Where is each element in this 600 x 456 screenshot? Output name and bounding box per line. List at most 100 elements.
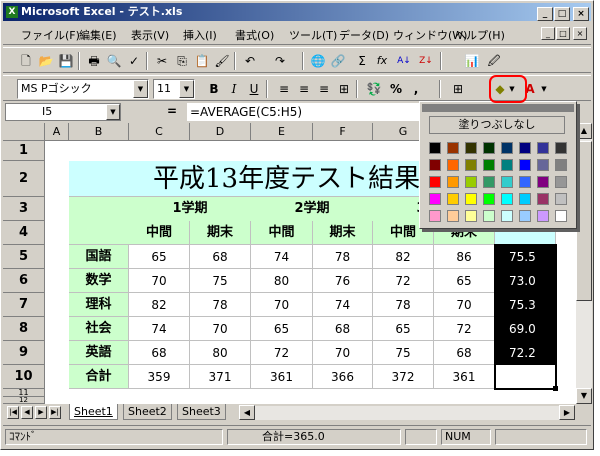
average-cell[interactable] xyxy=(495,365,556,389)
palette-drag-handle[interactable] xyxy=(422,104,574,112)
chevron-down-icon[interactable]: ▼ xyxy=(106,104,120,120)
color-swatch[interactable] xyxy=(465,193,477,205)
name-box[interactable]: I5 ▼ xyxy=(5,103,121,121)
first-sheet-icon[interactable]: |◀ xyxy=(7,406,19,419)
menu-help[interactable]: ヘルプ(H) xyxy=(455,27,505,43)
scroll-up-icon[interactable]: ▲ xyxy=(576,123,592,139)
color-swatch[interactable] xyxy=(555,193,567,205)
menu-tools[interactable]: ツール(T) xyxy=(289,27,337,43)
no-fill-button[interactable]: 塗りつぶしなし xyxy=(429,116,565,134)
color-swatch[interactable] xyxy=(447,176,459,188)
score-cell[interactable]: 372 xyxy=(373,365,434,389)
print-icon[interactable]: 🖶 xyxy=(85,52,103,70)
color-swatch[interactable] xyxy=(429,176,441,188)
subject-label[interactable]: 国語 xyxy=(69,245,129,269)
new-document-icon[interactable]: 🗋 xyxy=(17,52,35,70)
chevron-down-icon[interactable]: ▼ xyxy=(179,80,194,98)
align-right-icon[interactable]: ≡ xyxy=(315,80,333,98)
score-cell[interactable]: 80 xyxy=(190,341,251,365)
redo-icon[interactable]: ↷ xyxy=(271,52,289,70)
color-swatch[interactable] xyxy=(501,142,513,154)
autosum-icon[interactable]: Σ xyxy=(353,52,371,70)
scroll-thumb[interactable] xyxy=(576,141,592,301)
chevron-down-icon[interactable]: ▼ xyxy=(133,80,148,98)
score-cell[interactable]: 72 xyxy=(251,341,313,365)
font-color-dropdown-icon[interactable]: ▼ xyxy=(539,80,549,98)
color-swatch[interactable] xyxy=(483,210,495,222)
horizontal-scrollbar[interactable]: ◀ ▶ xyxy=(239,405,575,420)
color-swatch[interactable] xyxy=(519,176,531,188)
score-cell[interactable]: 74 xyxy=(129,317,190,341)
undo-icon[interactable]: ↶ xyxy=(241,52,259,70)
doc-restore-button[interactable]: □ xyxy=(556,27,570,40)
row-header[interactable]: 4 xyxy=(3,221,45,245)
menu-data[interactable]: データ(D) xyxy=(339,27,389,43)
color-swatch[interactable] xyxy=(501,176,513,188)
column-header[interactable]: C xyxy=(129,123,190,141)
row-header[interactable]: 5 xyxy=(3,245,45,269)
hyperlink-icon[interactable]: 🌐 xyxy=(309,52,327,70)
score-cell[interactable]: 78 xyxy=(313,245,373,269)
score-cell[interactable]: 86 xyxy=(434,245,495,269)
score-cell[interactable]: 80 xyxy=(251,269,313,293)
column-header[interactable]: E xyxy=(251,123,313,141)
vertical-scrollbar[interactable]: ▲ ▼ xyxy=(576,123,592,404)
score-cell[interactable]: 72 xyxy=(373,269,434,293)
color-swatch[interactable] xyxy=(447,142,459,154)
color-swatch[interactable] xyxy=(465,159,477,171)
percent-button[interactable]: % xyxy=(387,80,405,98)
color-swatch[interactable] xyxy=(519,210,531,222)
color-swatch[interactable] xyxy=(429,159,441,171)
color-swatch[interactable] xyxy=(537,210,549,222)
font-size-select[interactable]: 11 ▼ xyxy=(153,79,195,99)
row-header[interactable]: 2 xyxy=(3,161,45,197)
column-header[interactable]: D xyxy=(190,123,251,141)
subject-label[interactable]: 社会 xyxy=(69,317,129,341)
score-cell[interactable]: 82 xyxy=(129,293,190,317)
color-swatch[interactable] xyxy=(465,142,477,154)
menu-file[interactable]: ファイル(F) xyxy=(21,27,80,43)
cut-icon[interactable]: ✂ xyxy=(153,52,171,70)
color-swatch[interactable] xyxy=(483,176,495,188)
print-preview-icon[interactable]: 🔍 xyxy=(105,52,123,70)
italic-button[interactable]: I xyxy=(225,80,243,98)
color-swatch[interactable] xyxy=(537,176,549,188)
column-header[interactable]: A xyxy=(45,123,69,141)
merge-center-icon[interactable]: ⊞ xyxy=(335,80,353,98)
subject-label[interactable]: 英語 xyxy=(69,341,129,365)
color-swatch[interactable] xyxy=(447,210,459,222)
sort-ascending-icon[interactable]: A↓ xyxy=(395,52,413,70)
doc-minimize-button[interactable]: _ xyxy=(541,27,555,40)
sort-descending-icon[interactable]: Z↓ xyxy=(417,52,435,70)
close-button[interactable]: × xyxy=(573,7,589,21)
underline-button[interactable]: U xyxy=(245,80,263,98)
sub-header-midterm[interactable]: 中間 xyxy=(251,221,313,245)
score-cell[interactable]: 65 xyxy=(434,269,495,293)
score-cell[interactable]: 371 xyxy=(190,365,251,389)
color-swatch[interactable] xyxy=(447,193,459,205)
next-sheet-icon[interactable]: ▶ xyxy=(35,406,47,419)
sub-header-midterm[interactable]: 中間 xyxy=(129,221,190,245)
spelling-icon[interactable]: ✓ xyxy=(125,52,143,70)
score-cell[interactable]: 68 xyxy=(434,341,495,365)
average-cell[interactable]: 75.5 xyxy=(495,245,556,269)
score-cell[interactable]: 68 xyxy=(313,317,373,341)
color-swatch[interactable] xyxy=(537,159,549,171)
score-cell[interactable]: 70 xyxy=(129,269,190,293)
score-cell[interactable]: 68 xyxy=(129,341,190,365)
color-swatch[interactable] xyxy=(501,193,513,205)
score-cell[interactable]: 65 xyxy=(373,317,434,341)
bold-button[interactable]: B xyxy=(205,80,223,98)
color-swatch[interactable] xyxy=(483,159,495,171)
subject-label[interactable]: 理科 xyxy=(69,293,129,317)
doc-close-button[interactable]: × xyxy=(573,27,587,40)
color-swatch[interactable] xyxy=(501,210,513,222)
menu-format[interactable]: 書式(O) xyxy=(235,27,274,43)
align-center-icon[interactable]: ≡ xyxy=(295,80,313,98)
align-left-icon[interactable]: ≡ xyxy=(275,80,293,98)
web-toolbar-icon[interactable]: 🔗 xyxy=(329,52,347,70)
open-folder-icon[interactable]: 📂 xyxy=(37,52,55,70)
function-icon[interactable]: fx xyxy=(373,52,391,70)
row-header[interactable]: 9 xyxy=(3,341,45,365)
color-swatch[interactable] xyxy=(519,142,531,154)
